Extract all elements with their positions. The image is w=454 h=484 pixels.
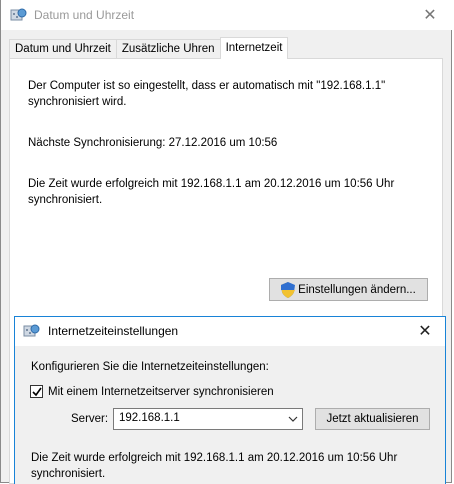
server-label: Server: <box>71 413 109 425</box>
info-text-line2: synchronisiert wird. <box>28 96 127 108</box>
next-sync-text: Nächste Synchronisierung: 27.12.2016 um … <box>28 137 278 149</box>
window-title: Datum und Uhrzeit <box>34 8 135 22</box>
dialog-titlebar[interactable]: Internetzeiteinstellungen ✕ <box>15 317 445 346</box>
window-close-button[interactable]: ✕ <box>415 3 445 27</box>
window-titlebar[interactable]: Datum und Uhrzeit ✕ <box>1 0 453 30</box>
tab-bar: Datum und Uhrzeit Zusätzliche Uhren Inte… <box>9 37 289 59</box>
tab-internet-time[interactable]: Internetzeit <box>219 37 289 59</box>
update-now-button[interactable]: Jetzt aktualisieren <box>315 408 430 430</box>
change-settings-label: Einstellungen ändern... <box>298 283 416 296</box>
tab-additional-clocks[interactable]: Zusätzliche Uhren <box>115 39 221 59</box>
internet-time-settings-dialog: Internetzeiteinstellungen ✕ Konfiguriere… <box>14 316 446 484</box>
sync-server-checkbox[interactable] <box>30 385 43 398</box>
clock-globe-icon <box>10 8 27 21</box>
server-value: 192.168.1.1 <box>119 412 180 424</box>
checkmark-icon <box>31 387 42 396</box>
dialog-sync-result-line1: Die Zeit wurde erfolgreich mit 192.168.1… <box>31 452 398 464</box>
sync-result-line2: synchronisiert. <box>28 194 103 206</box>
sync-result-line1: Die Zeit wurde erfolgreich mit 192.168.1… <box>28 178 395 190</box>
clock-globe-icon <box>23 324 40 337</box>
dialog-close-button[interactable]: ✕ <box>411 319 439 343</box>
tab-date-time[interactable]: Datum und Uhrzeit <box>9 39 117 59</box>
uac-shield-icon <box>281 281 296 298</box>
dialog-prompt: Konfigurieren Sie die Internetzeiteinste… <box>31 361 269 373</box>
chevron-down-icon[interactable] <box>288 415 298 423</box>
dialog-sync-result-line2: synchronisiert. <box>31 468 106 480</box>
dialog-title: Internetzeiteinstellungen <box>48 324 179 338</box>
server-combobox[interactable]: 192.168.1.1 <box>113 408 303 430</box>
close-icon: ✕ <box>423 7 437 24</box>
change-settings-button[interactable]: Einstellungen ändern... <box>269 278 428 301</box>
info-text-line1: Der Computer ist so eingestellt, dass er… <box>28 80 386 92</box>
close-icon: ✕ <box>418 323 432 340</box>
sync-server-checkbox-label[interactable]: Mit einem Internetzeitserver synchronisi… <box>48 384 274 400</box>
